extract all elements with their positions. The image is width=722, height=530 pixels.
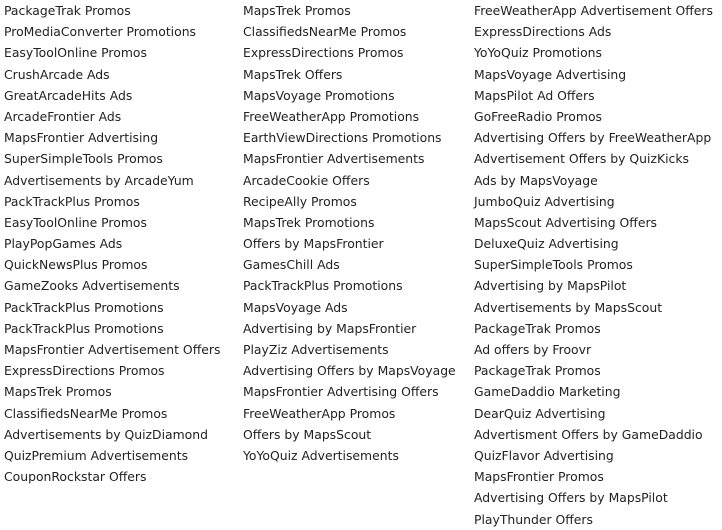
list-item: ClassifiedsNearMe Promos <box>4 405 168 421</box>
list-item: Offers by MapsScout <box>243 426 372 442</box>
list-item: MapsFrontier Promos <box>474 469 604 485</box>
list-item: ExpressDirections Promos <box>4 363 165 379</box>
list-item: MapsScout Advertising Offers <box>474 214 658 230</box>
list-item: EasyToolOnline Promos <box>4 214 147 230</box>
list-item: GreatArcadeHits Ads <box>4 87 133 103</box>
list-item: ClassifiedsNearMe Promos <box>243 24 407 40</box>
list-item: Advertising Offers by MapsVoyage <box>243 363 456 379</box>
list-item: Advertising Offers by FreeWeatherApp <box>474 130 712 146</box>
list-item: DeluxeQuiz Advertising <box>474 236 619 252</box>
list-item: RecipeAlly Promos <box>243 193 357 209</box>
list-item: Advertising by MapsPilot <box>474 278 627 294</box>
list-item: JumboQuiz Advertising <box>474 193 615 209</box>
list-item: PlayThunder Offers <box>474 511 593 527</box>
list-item: ArcadeCookie Offers <box>243 172 370 188</box>
list-item: MapsVoyage Advertising <box>474 66 627 82</box>
list-item: Ads by MapsVoyage <box>474 172 598 188</box>
list-item: PackageTrak Promos <box>474 363 601 379</box>
list-column-2: MapsTrek Promos ClassifiedsNearMe Promos E… <box>243 0 456 466</box>
list-item: FreeWeatherApp Advertisement Offers <box>474 3 713 18</box>
list-item: SuperSimpleTools Promos <box>4 151 163 167</box>
list-item: YoYoQuiz Advertisements <box>243 447 399 463</box>
list-item: Advertisment Offers by GameDaddio <box>474 426 703 442</box>
list-item: Advertisement Offers by QuizKicks <box>474 151 689 167</box>
list-item: PackTrackPlus Promotions <box>4 299 164 315</box>
list-item: GameZooks Advertisements <box>4 278 180 294</box>
list-item: MapsFrontier Advertisement Offers <box>4 342 221 357</box>
list-item: ArcadeFrontier Ads <box>4 108 122 124</box>
list-item: QuizFlavor Advertising <box>474 447 614 463</box>
list-item: CouponRockstar Offers <box>4 469 147 485</box>
list-item: PackTrackPlus Promotions <box>243 278 403 294</box>
list-column-1: PackageTrak Promos ProMediaConverter Prom… <box>4 0 220 487</box>
list-item: PackTrackPlus Promotions <box>4 320 164 336</box>
list-item: MapsPilot Ad Offers <box>474 87 595 103</box>
list-item: CrushArcade Ads <box>4 66 110 82</box>
list-item: GoFreeRadio Promos <box>474 108 602 124</box>
list-item: MapsTrek Promotions <box>243 214 375 230</box>
list-item: YoYoQuiz Promotions <box>474 45 602 61</box>
list-column-3: FreeWeatherApp Advertisement Offers Expre… <box>474 0 713 530</box>
list-item: MapsVoyage Ads <box>243 299 348 315</box>
list-item: FreeWeatherApp Promotions <box>243 108 420 124</box>
list-item: MapsFrontier Advertising <box>4 130 159 146</box>
list-item: EasyToolOnline Promos <box>4 45 147 61</box>
list-item: ExpressDirections Ads <box>474 24 612 40</box>
list-item: Advertisements by QuizDiamond <box>4 426 208 442</box>
list-item: SuperSimpleTools Promos <box>474 257 633 273</box>
list-item: PackTrackPlus Promos <box>4 193 140 209</box>
list-item: PlayPopGames Ads <box>4 236 123 252</box>
list-item: Offers by MapsFrontier <box>243 236 384 252</box>
list-item: Advertising Offers by MapsPilot <box>474 490 668 506</box>
list-item: ProMediaConverter Promotions <box>4 24 197 40</box>
list-item: GamesChill Ads <box>243 257 340 273</box>
list-item: EarthViewDirections Promotions <box>243 130 442 146</box>
list-item: MapsFrontier Advertisements <box>243 151 425 167</box>
list-item: QuickNewsPlus Promos <box>4 257 148 273</box>
list-item: Advertisements by MapsScout <box>474 299 663 315</box>
list-item: PlayZiz Advertisements <box>243 342 389 357</box>
list-item: MapsFrontier Advertising Offers <box>243 384 439 400</box>
list-item: Ad offers by Froovr <box>474 342 592 357</box>
list-item: PackageTrak Promos <box>474 320 601 336</box>
list-item: QuizPremium Advertisements <box>4 447 189 463</box>
list-item: MapsVoyage Promotions <box>243 87 395 103</box>
list-item: Advertisements by ArcadeYum <box>4 172 194 188</box>
list-item: PackageTrak Promos <box>4 3 131 18</box>
list-item: DearQuiz Advertising <box>474 405 606 421</box>
list-item: GameDaddio Marketing <box>474 384 621 400</box>
list-item: MapsTrek Promos <box>243 3 351 18</box>
list-item: MapsTrek Offers <box>243 66 343 82</box>
list-item: FreeWeatherApp Promos <box>243 405 396 421</box>
list-item: MapsTrek Promos <box>4 384 112 400</box>
list-item: ExpressDirections Promos <box>243 45 404 61</box>
list-item: Advertising by MapsFrontier <box>243 320 417 336</box>
